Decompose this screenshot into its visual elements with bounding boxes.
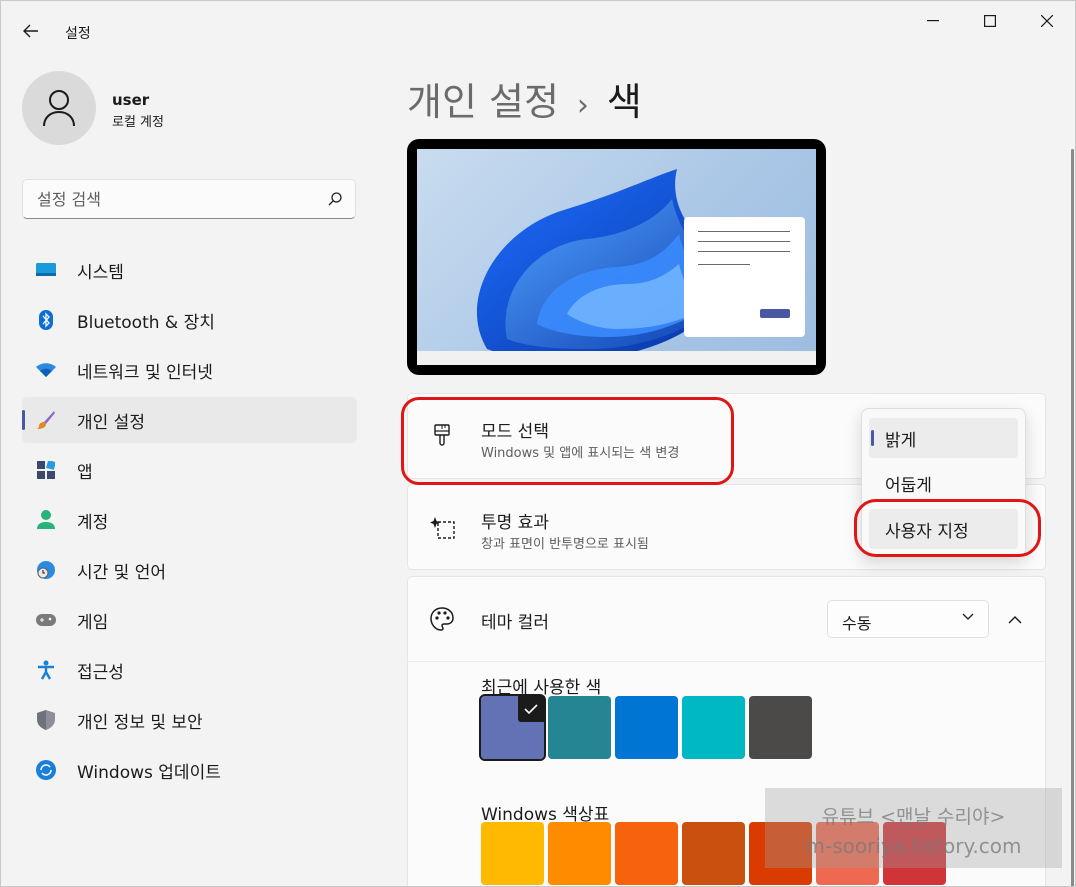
sidebar-item-label: 개인 정보 및 보안 xyxy=(77,712,203,733)
bluetooth-icon xyxy=(36,310,56,330)
watermark-line1: 유튜브 <맨날 수리야> xyxy=(821,806,1006,828)
scrollbar[interactable] xyxy=(1071,149,1074,886)
sidebar-item-accessibility[interactable]: 접근성 xyxy=(22,647,357,693)
page-title: 개인 설정 › 색 xyxy=(407,71,642,126)
search-icon[interactable] xyxy=(327,191,343,207)
preview-screen xyxy=(417,149,816,365)
sidebar-item-label: Windows 업데이트 xyxy=(77,762,221,783)
back-arrow-icon xyxy=(23,24,38,38)
color-swatch[interactable] xyxy=(548,822,611,885)
breadcrumb-current: 색 xyxy=(606,80,642,124)
transparency-subtitle: 창과 표면이 반투명으로 표시됨 xyxy=(481,537,649,552)
wifi-icon xyxy=(36,360,56,380)
sidebar-item-label: 계정 xyxy=(77,512,109,533)
maximize-button[interactable] xyxy=(962,1,1018,41)
update-icon xyxy=(36,760,56,780)
search-input[interactable] xyxy=(23,180,313,218)
color-swatch[interactable] xyxy=(682,822,745,885)
collapse-button[interactable] xyxy=(999,604,1031,634)
preview-line xyxy=(698,251,790,252)
sidebar-item-privacy[interactable]: 개인 정보 및 보안 xyxy=(22,697,357,743)
maximize-icon xyxy=(984,15,996,27)
sidebar-item-label: Bluetooth & 장치 xyxy=(77,312,215,333)
sidebar-item-label: 시스템 xyxy=(77,262,124,283)
breadcrumb-parent[interactable]: 개인 설정 xyxy=(407,80,559,124)
preview-line xyxy=(698,264,750,265)
checkmark-icon xyxy=(518,696,544,722)
color-swatch[interactable] xyxy=(548,696,611,759)
breadcrumb-separator: › xyxy=(576,88,589,123)
sidebar-item-system[interactable]: 시스템 xyxy=(22,247,357,293)
minimize-button[interactable] xyxy=(905,1,961,41)
transparency-title: 투명 효과 xyxy=(481,513,549,533)
preview-line xyxy=(698,231,790,232)
close-button[interactable] xyxy=(1019,1,1075,41)
chevron-down-icon xyxy=(962,613,974,620)
title-bar: 설정 xyxy=(1,1,1075,49)
clock-globe-icon xyxy=(36,560,56,580)
sidebar-item-apps[interactable]: 앱 xyxy=(22,447,357,493)
sidebar-item-personalization[interactable]: 개인 설정 xyxy=(22,397,357,443)
palette-icon xyxy=(428,605,456,633)
shield-icon xyxy=(36,710,56,730)
user-profile[interactable]: user 로컬 계정 xyxy=(22,71,352,147)
theme-color-select-value: 수동 xyxy=(842,614,872,633)
color-swatch[interactable] xyxy=(749,696,812,759)
account-type: 로컬 계정 xyxy=(112,115,164,130)
sidebar-item-label: 시간 및 언어 xyxy=(77,562,167,583)
close-icon xyxy=(1041,15,1053,27)
theme-color-title: 테마 컬러 xyxy=(481,613,549,633)
sidebar-item-bluetooth[interactable]: Bluetooth & 장치 xyxy=(22,297,357,343)
sidebar-item-label: 앱 xyxy=(77,462,93,483)
sidebar-nav: 시스템 Bluetooth & 장치 네트워크 및 인터넷 개인 설정 앱 계정… xyxy=(22,247,357,797)
sidebar-item-accounts[interactable]: 계정 xyxy=(22,497,357,543)
person-icon xyxy=(43,90,75,127)
brush-icon xyxy=(36,410,56,430)
color-swatch[interactable] xyxy=(615,822,678,885)
gamepad-icon xyxy=(36,610,56,630)
watermark: 유튜브 <맨날 수리야> m-sooriya.tistory.com xyxy=(765,788,1062,868)
color-swatch[interactable] xyxy=(615,696,678,759)
user-name: user xyxy=(112,91,150,109)
accessibility-icon xyxy=(36,660,56,680)
settings-search xyxy=(22,179,356,219)
back-button[interactable] xyxy=(15,15,47,47)
theme-color-select[interactable]: 수동 xyxy=(827,600,989,638)
apps-icon xyxy=(36,460,56,480)
theme-preview xyxy=(407,139,826,375)
preview-line xyxy=(698,241,790,242)
highlight-box-mode xyxy=(401,397,734,485)
system-icon xyxy=(36,260,56,280)
color-swatch[interactable] xyxy=(481,822,544,885)
sidebar-item-label: 네트워크 및 인터넷 xyxy=(77,362,213,383)
mode-option-light[interactable]: 밝게 xyxy=(869,418,1018,458)
avatar xyxy=(22,71,96,145)
mode-option-dark[interactable]: 어둡게 xyxy=(869,463,1018,503)
preview-taskbar xyxy=(417,351,816,365)
sidebar-item-label: 접근성 xyxy=(77,662,124,683)
color-swatch[interactable] xyxy=(479,694,546,761)
window-title: 설정 xyxy=(65,26,91,42)
color-swatch[interactable] xyxy=(682,696,745,759)
chevron-up-icon xyxy=(1008,615,1022,623)
preview-window xyxy=(684,217,805,337)
sidebar-item-network[interactable]: 네트워크 및 인터넷 xyxy=(22,347,357,393)
sidebar-item-label: 게임 xyxy=(77,612,109,633)
sidebar-item-gaming[interactable]: 게임 xyxy=(22,597,357,643)
sparkle-icon xyxy=(428,513,456,541)
minimize-icon xyxy=(927,20,939,22)
sidebar-item-time-language[interactable]: 시간 및 언어 xyxy=(22,547,357,593)
sidebar-item-windows-update[interactable]: Windows 업데이트 xyxy=(22,747,357,793)
sidebar-item-label: 개인 설정 xyxy=(77,412,145,433)
settings-window: 설정 user 로컬 계정 시스템 Bluetooth & 장치 xyxy=(0,0,1076,887)
recent-colors-label: 최근에 사용한 색 xyxy=(481,678,602,698)
account-icon xyxy=(36,510,56,530)
preview-accent-button xyxy=(760,309,790,318)
highlight-box-custom xyxy=(854,499,1041,557)
watermark-line2: m-sooriya.tistory.com xyxy=(805,834,1022,858)
